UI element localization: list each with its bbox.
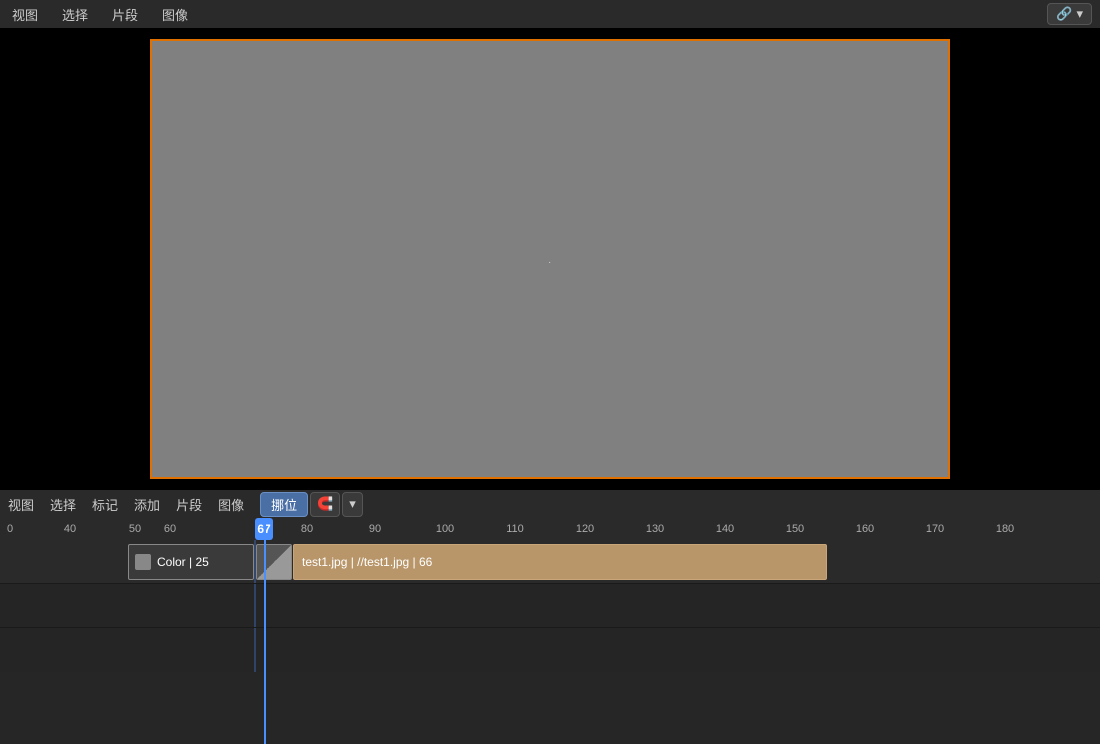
ruler-tick-150: 150 xyxy=(786,523,804,535)
ruler-tick-170: 170 xyxy=(926,523,944,535)
seq-menu-view[interactable]: 视图 xyxy=(8,495,34,514)
ruler-tick-120: 120 xyxy=(576,523,594,535)
playhead-col-overlay xyxy=(254,540,256,583)
ruler-tick-130: 130 xyxy=(646,523,664,535)
ruler-tick-180: 180 xyxy=(996,523,1014,535)
preview-area: · xyxy=(0,28,1100,490)
ruler-tick-50: 50 xyxy=(129,523,141,535)
seq-menu-clip[interactable]: 片段 xyxy=(176,495,202,514)
timeline-tracks: Color | 25 test1.jpg | //test1.jpg | 66 xyxy=(0,540,1100,744)
track-row-3 xyxy=(0,628,1100,672)
seq-menu-marker[interactable]: 标记 xyxy=(92,495,118,514)
ruler-tick-60: 60 xyxy=(164,523,176,535)
ruler-tick-160: 160 xyxy=(856,523,874,535)
seq-menu-add[interactable]: 添加 xyxy=(134,495,160,514)
playhead-line xyxy=(264,518,266,744)
ruler-numbers: 0 40 50 60 67 80 90 100 110 120 130 140 … xyxy=(0,518,1100,540)
top-menu-image[interactable]: 图像 xyxy=(158,3,192,26)
ruler-tick-0: 0 xyxy=(7,523,13,535)
seq-menu-image[interactable]: 图像 xyxy=(218,495,244,514)
color-clip[interactable]: Color | 25 xyxy=(128,544,254,580)
link-icon: 🔗 xyxy=(1056,6,1072,22)
snapping-group: 挪位 🧲 ▾ xyxy=(260,492,363,517)
ruler-tick-100: 100 xyxy=(436,523,454,535)
snapping-button[interactable]: 挪位 xyxy=(260,492,308,517)
preview-crosshair: · xyxy=(548,257,552,261)
top-menu-view[interactable]: 视图 xyxy=(8,3,42,26)
top-menu-clip[interactable]: 片段 xyxy=(108,3,142,26)
sequencer-menu-bar: 视图 选择 标记 添加 片段 图像 挪位 🧲 ▾ xyxy=(0,490,1100,518)
chevron-down-icon: ▾ xyxy=(1076,6,1083,22)
ruler-tick-140: 140 xyxy=(716,523,734,535)
track-row-1: Color | 25 test1.jpg | //test1.jpg | 66 xyxy=(0,540,1100,584)
ruler-tick-90: 90 xyxy=(369,523,381,535)
image-clip-label: test1.jpg | //test1.jpg | 66 xyxy=(302,555,432,569)
timeline-ruler: 0 40 50 60 67 80 90 100 110 120 130 140 … xyxy=(0,518,1100,540)
seq-menu-select[interactable]: 选择 xyxy=(50,495,76,514)
top-menu-bar: 视图 选择 片段 图像 🔗 ▾ xyxy=(0,0,1100,28)
color-clip-label: Color | 25 xyxy=(157,555,209,569)
ruler-tick-40: 40 xyxy=(64,523,76,535)
playhead-col-overlay-2 xyxy=(254,584,256,627)
preview-canvas: · xyxy=(150,39,950,479)
top-icon-button[interactable]: 🔗 ▾ xyxy=(1047,3,1092,25)
ruler-tick-80: 80 xyxy=(301,523,313,535)
top-menu-select[interactable]: 选择 xyxy=(58,3,92,26)
ruler-tick-110: 110 xyxy=(506,523,524,535)
image-clip[interactable]: test1.jpg | //test1.jpg | 66 xyxy=(293,544,827,580)
magnet-icon-button[interactable]: 🧲 xyxy=(310,492,340,517)
track-row-2 xyxy=(0,584,1100,628)
transition-clip[interactable] xyxy=(256,544,292,580)
playhead-col-overlay-3 xyxy=(254,628,256,672)
chevron-icon-button[interactable]: ▾ xyxy=(342,492,363,517)
